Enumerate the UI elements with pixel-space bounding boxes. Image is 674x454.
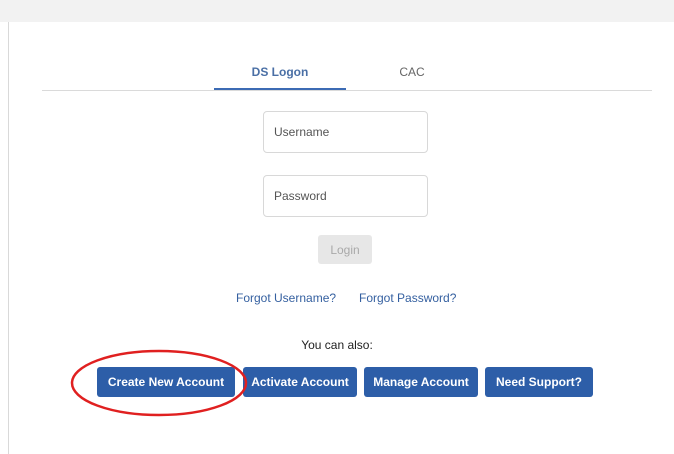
need-support-button[interactable]: Need Support? [485,367,593,397]
forgot-username-link[interactable]: Forgot Username? [236,291,336,305]
manage-account-button[interactable]: Manage Account [364,367,478,397]
activate-account-button[interactable]: Activate Account [243,367,357,397]
password-input[interactable] [263,175,428,217]
left-border [8,22,9,454]
top-band [0,0,674,22]
create-new-account-button[interactable]: Create New Account [97,367,235,397]
you-can-also-text: You can also: [301,338,373,352]
username-input[interactable] [263,111,428,153]
tab-divider [42,90,652,91]
tab-ds-logon[interactable]: DS Logon [214,58,346,90]
tab-cac[interactable]: CAC [346,58,478,90]
forgot-password-link[interactable]: Forgot Password? [359,291,456,305]
login-button[interactable]: Login [318,235,372,264]
